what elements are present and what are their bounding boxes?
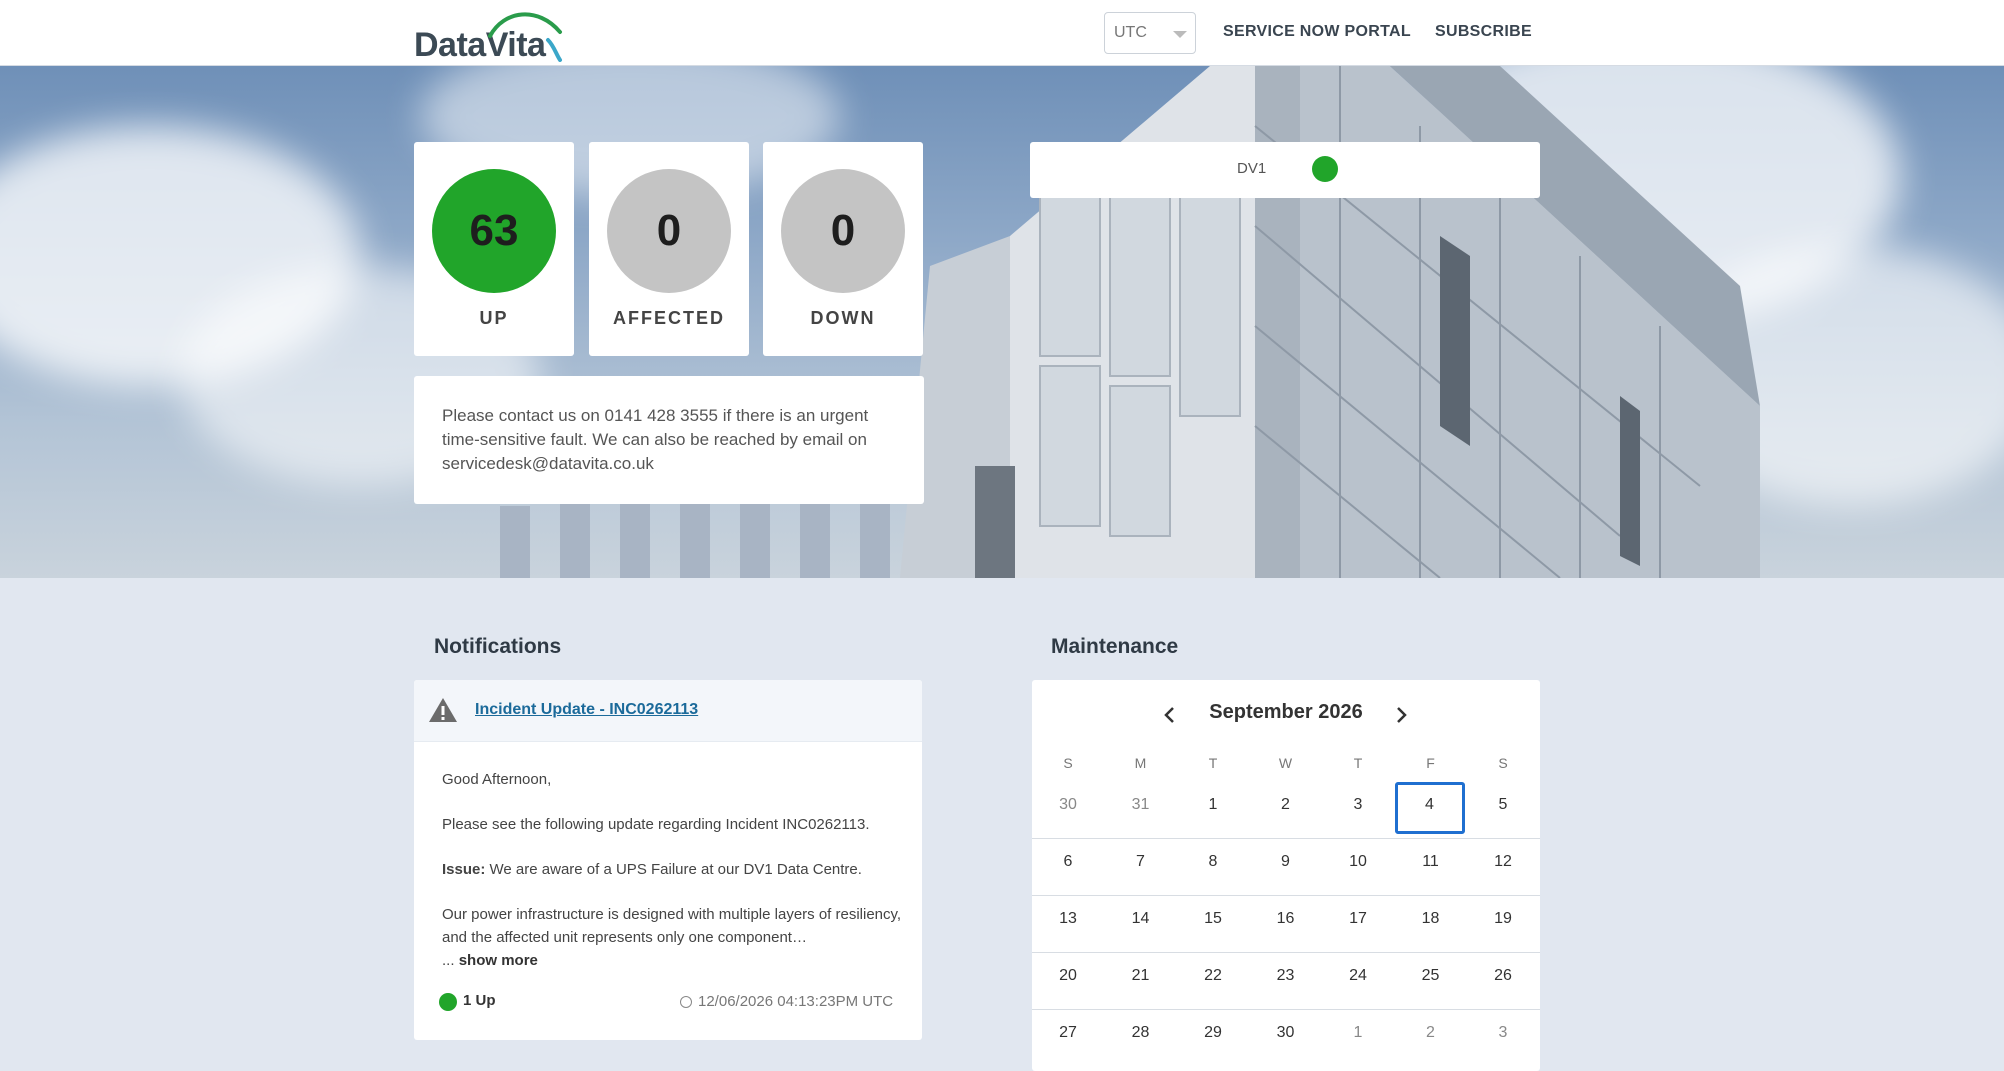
logo-swoosh-icon — [488, 12, 562, 62]
notification-card: Incident Update - INC0262113 Good Aftern… — [414, 680, 922, 1040]
stat-up-value: 63 — [432, 169, 556, 293]
weekday-label: S — [1063, 755, 1073, 771]
weekday-label: F — [1426, 755, 1435, 771]
calendar-day[interactable]: 15 — [1177, 896, 1249, 953]
calendar-day[interactable]: 12 — [1467, 839, 1539, 896]
calendar-day[interactable]: 22 — [1177, 953, 1249, 1010]
weekday-label: W — [1278, 755, 1293, 771]
notification-greeting: Good Afternoon, — [442, 771, 552, 788]
notification-excerpt: Our power infrastructure is designed wit… — [442, 906, 902, 946]
stat-affected-value: 0 — [607, 169, 731, 293]
calendar-day[interactable]: 17 — [1322, 896, 1394, 953]
calendar-day[interactable]: 18 — [1395, 896, 1467, 953]
notification-intro: Please see the following update regardin… — [442, 816, 870, 833]
calendar-day[interactable]: 19 — [1467, 896, 1539, 953]
calendar-day[interactable]: 1 — [1177, 782, 1249, 839]
issue-text: We are aware of a UPS Failure at our DV1… — [485, 861, 862, 878]
chevron-down-icon — [1173, 31, 1187, 38]
timezone-select[interactable]: UTC — [1104, 12, 1196, 54]
calendar-day[interactable]: 3 — [1467, 1010, 1539, 1067]
stat-up-label: UP — [479, 308, 509, 328]
notification-body: Good Afternoon, Please see the following… — [442, 768, 902, 972]
notification-status: 1 Up — [463, 992, 496, 1009]
calendar-week-row: 6 7 8 9 10 11 12 — [1032, 839, 1540, 896]
weekday-label: S — [1498, 755, 1508, 771]
calendar-day[interactable]: 20 — [1032, 953, 1104, 1010]
calendar-day[interactable]: 25 — [1395, 953, 1467, 1010]
stat-card-up: 63 UP — [414, 142, 574, 356]
chevron-right-icon — [1397, 707, 1407, 723]
timezone-value: UTC — [1114, 24, 1147, 41]
calendar-day[interactable]: 27 — [1032, 1010, 1104, 1067]
service-now-portal-link[interactable]: SERVICE NOW PORTAL — [1223, 23, 1411, 41]
weekday-label: M — [1134, 755, 1147, 771]
calendar-day[interactable]: 8 — [1177, 839, 1249, 896]
calendar-day[interactable]: 21 — [1105, 953, 1177, 1010]
notifications-heading: Notifications — [434, 635, 562, 658]
stat-affected-label: AFFECTED — [613, 308, 725, 328]
calendar-day[interactable]: 4 — [1394, 782, 1465, 834]
maintenance-calendar: September 2026 SMTWTFS 30 31 1 2 3 4 5 6 7 8 9 10 11… — [1032, 680, 1540, 1071]
status-up-dot-icon — [439, 993, 457, 1011]
calendar-day[interactable]: 1 — [1322, 1010, 1394, 1067]
maintenance-heading: Maintenance — [1051, 635, 1179, 658]
stat-down-value: 0 — [781, 169, 905, 293]
weekday-label: T — [1208, 755, 1218, 771]
calendar-day[interactable]: 14 — [1105, 896, 1177, 953]
datavita-logo[interactable]: DataVita — [414, 6, 574, 64]
calendar-day[interactable]: 11 — [1395, 839, 1467, 896]
calendar-month: September 2026 — [1209, 701, 1363, 723]
ellipsis: ... — [442, 952, 455, 969]
site-name: DV1 — [1237, 160, 1267, 177]
contact-text: Please contact us on 0141 428 3555 if th… — [442, 406, 869, 473]
stat-card-down: 0 DOWN — [763, 142, 923, 356]
calendar-day[interactable]: 5 — [1467, 782, 1539, 839]
calendar-day[interactable]: 10 — [1322, 839, 1394, 896]
show-more-row: ... show more — [442, 949, 902, 972]
subscribe-link[interactable]: SUBSCRIBE — [1435, 23, 1532, 41]
calendar-day[interactable]: 28 — [1105, 1010, 1177, 1067]
calendar-day[interactable]: 3 — [1322, 782, 1394, 839]
site-status-card[interactable]: DV1 — [1030, 142, 1540, 198]
calendar-week-row: 13 14 15 16 17 18 19 — [1032, 896, 1540, 953]
chevron-left-icon — [1164, 707, 1174, 723]
calendar-day[interactable]: 9 — [1250, 839, 1322, 896]
contact-card: Please contact us on 0141 428 3555 if th… — [414, 376, 924, 504]
calendar-day[interactable]: 31 — [1105, 782, 1177, 839]
stat-card-affected: 0 AFFECTED — [589, 142, 749, 356]
calendar-week-row: 30 31 1 2 3 4 5 — [1032, 782, 1540, 839]
calendar-next-button[interactable] — [1386, 700, 1416, 730]
calendar-day[interactable]: 26 — [1467, 953, 1539, 1010]
warning-icon — [429, 698, 457, 722]
calendar-day[interactable]: 7 — [1105, 839, 1177, 896]
calendar-day[interactable]: 30 — [1032, 782, 1104, 839]
calendar-week-row: 27 28 29 30 1 2 3 — [1032, 1010, 1540, 1067]
calendar-week-row: 20 21 22 23 24 25 26 — [1032, 953, 1540, 1010]
issue-label: Issue: — [442, 861, 486, 878]
clock-icon — [680, 996, 692, 1008]
calendar-day[interactable]: 13 — [1032, 896, 1104, 953]
calendar-day[interactable]: 16 — [1250, 896, 1322, 953]
calendar-day[interactable]: 6 — [1032, 839, 1104, 896]
calendar-prev-button[interactable] — [1155, 700, 1185, 730]
site-status-dot-icon — [1312, 156, 1338, 182]
notification-timestamp: 12/06/2026 04:13:23PM UTC — [698, 993, 894, 1010]
notification-issue: Issue: We are aware of a UPS Failure at … — [442, 858, 902, 881]
calendar-day[interactable]: 2 — [1395, 1010, 1467, 1067]
calendar-day[interactable]: 29 — [1177, 1010, 1249, 1067]
incident-link[interactable]: Incident Update - INC0262113 — [475, 701, 698, 719]
show-more-link[interactable]: show more — [459, 952, 538, 969]
building-image — [500, 66, 1760, 578]
top-bar: DataVita UTC SERVICE NOW PORTAL SUBSCRIB… — [0, 0, 2004, 66]
stat-down-label: DOWN — [810, 308, 876, 328]
hero-banner: 63 UP 0 AFFECTED 0 DOWN Please contact u… — [0, 66, 2004, 578]
calendar-day[interactable]: 23 — [1250, 953, 1322, 1010]
calendar-day[interactable]: 2 — [1250, 782, 1322, 839]
calendar-day[interactable]: 24 — [1322, 953, 1394, 1010]
weekday-label: T — [1353, 755, 1363, 771]
notification-header: Incident Update - INC0262113 — [414, 680, 922, 742]
calendar-day[interactable]: 30 — [1250, 1010, 1322, 1067]
